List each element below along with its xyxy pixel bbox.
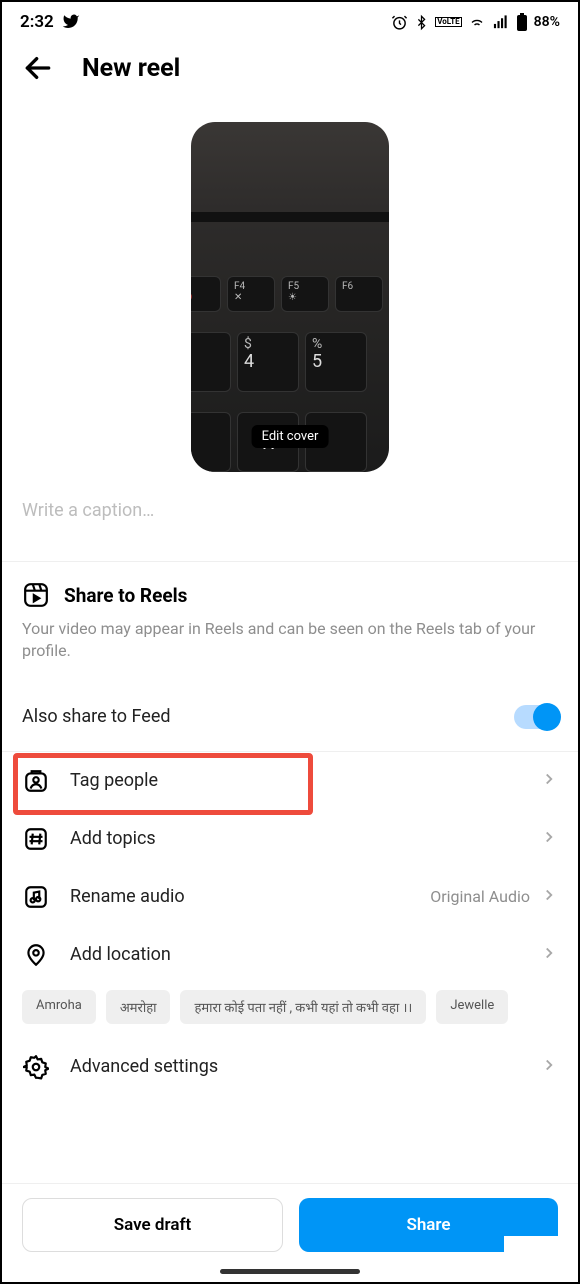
rename-audio-row[interactable]: Rename audio Original Audio [2,868,578,926]
bottom-action-bar: Save draft Share [2,1183,578,1282]
edit-cover-button[interactable]: Edit cover [252,425,329,448]
rename-audio-value: Original Audio [430,887,530,906]
chevron-right-icon [540,770,558,792]
settings-icon [22,1054,50,1080]
volte-badge: VoLTE [435,17,461,27]
share-reels-description: Your video may appear in Reels and can b… [22,618,558,663]
page-title: New reel [82,54,180,83]
add-topics-label: Add topics [70,828,156,849]
location-suggestions: Amroha अमरोहा हमारा कोई पता नहीं , कभी य… [2,984,578,1038]
location-chip[interactable]: अमरोहा [106,990,171,1024]
chevron-right-icon [540,944,558,966]
save-draft-button[interactable]: Save draft [22,1198,283,1252]
battery-percent: 88% [534,14,560,30]
tag-people-label: Tag people [70,770,158,791]
alarm-icon [391,14,408,31]
header: New reel [2,38,578,102]
share-to-feed-toggle[interactable] [514,705,558,729]
chevron-right-icon [540,828,558,850]
advanced-settings-label: Advanced settings [70,1056,218,1077]
caption-input[interactable]: Write a caption… [2,500,578,561]
location-icon [22,942,50,968]
home-indicator[interactable] [220,1269,360,1274]
twitter-icon [62,13,80,31]
share-to-reels-section: Share to Reels Your video may appear in … [2,562,578,683]
location-chip[interactable]: Amroha [22,990,96,1024]
hashtag-icon [22,826,50,852]
share-reels-title: Share to Reels [64,584,187,607]
share-button[interactable]: Share [299,1198,558,1252]
add-location-row[interactable]: Add location [2,926,578,984]
add-topics-row[interactable]: Add topics [2,810,578,868]
rename-audio-label: Rename audio [70,886,185,907]
audio-icon [22,884,50,910]
add-location-label: Add location [70,944,171,965]
back-button[interactable] [22,52,54,84]
location-chip[interactable]: Jewelle [436,990,508,1024]
battery-icon [516,13,528,31]
bluetooth-icon [414,14,429,31]
chevron-right-icon [540,1056,558,1078]
share-to-feed-row: Also share to Feed [2,683,578,751]
advanced-settings-row[interactable]: Advanced settings [2,1038,578,1096]
reel-cover-preview[interactable]: F3🔇 F4✕ F5☀ F6 #3 $4 %5 R Edit cover [191,122,389,472]
tag-people-icon [22,768,50,794]
wifi-icon [468,14,486,31]
chevron-right-icon [540,886,558,908]
location-chip[interactable]: हमारा कोई पता नहीं , कभी यहां तो कभी वहा… [180,990,426,1024]
reels-icon [22,582,50,608]
tag-people-row[interactable]: Tag people [2,752,578,810]
share-to-feed-label: Also share to Feed [22,706,171,727]
status-time: 2:32 [20,12,54,32]
signal-icon [492,14,510,31]
status-bar: 2:32 VoLTE 88% [2,2,578,38]
